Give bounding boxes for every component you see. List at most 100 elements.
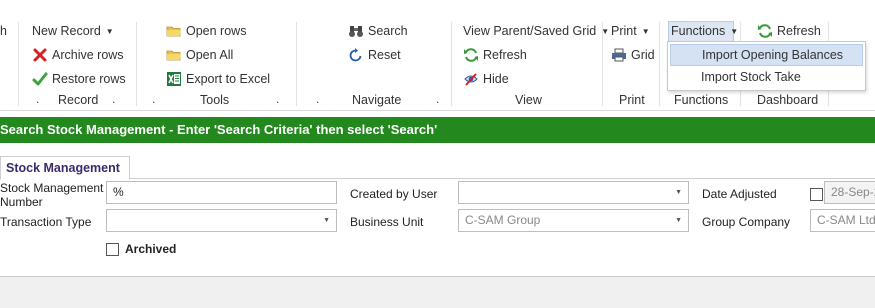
cut-off-ribbon-item[interactable]: h [0,21,7,41]
label-line-2: Number [0,195,43,209]
open-rows-label: Open rows [186,24,247,38]
select-value: C-SAM Ltd [817,213,875,227]
print-button[interactable]: Print ▼ [611,21,650,41]
open-all-button[interactable]: Open All [166,45,233,65]
open-rows-button[interactable]: Open rows [166,21,246,41]
date-adjusted-label: Date Adjusted [702,187,777,201]
navigate-group-label: Navigate [352,93,402,107]
tab-strip: Stock Management [0,156,875,180]
label-line-1: Stock Management [0,181,104,195]
print-grid-button[interactable]: Grid [611,45,655,65]
export-to-excel-button[interactable]: Export to Excel [166,69,270,89]
export-to-excel-label: Export to Excel [186,72,271,86]
banner-text: Search Stock Management - Enter 'Search … [0,122,438,137]
group-dot: . [316,92,320,106]
reset-label: Reset [368,48,401,62]
open-all-label: Open All [186,48,234,62]
print-label: Print [611,24,637,38]
footer-panel [0,277,875,308]
hide-button[interactable]: Hide [463,69,509,89]
select-value: C-SAM Group [465,213,541,227]
functions-label: Functions [671,24,726,38]
group-separator [602,22,603,106]
reset-arrow-icon [348,47,364,63]
transaction-type-select[interactable]: ▼ [106,209,337,232]
print-group-label: Print [619,93,645,107]
dashboard-refresh-button[interactable]: Refresh [757,21,821,41]
record-group-label: Record [58,93,99,107]
refresh-icon [757,23,773,39]
menu-item-label: Import Opening Balances [702,48,844,62]
business-unit-select[interactable]: C-SAM Group ▼ [458,209,689,232]
view-refresh-label: Refresh [483,48,527,62]
view-refresh-button[interactable]: Refresh [463,45,527,65]
created-by-user-select[interactable]: ▼ [458,181,689,204]
date-adjusted-checkbox[interactable] [810,188,823,201]
hide-icon [463,71,479,87]
group-separator [659,22,660,106]
menu-item-import-stock-take[interactable]: Import Stock Take [670,66,863,88]
functions-button[interactable]: Functions ▼ [671,21,738,41]
green-check-icon [32,71,48,87]
new-record-label: New Record [32,24,101,38]
search-instructions-banner: Search Stock Management - Enter 'Search … [0,117,875,143]
search-label: Search [368,24,408,38]
functions-dropdown-menu: Import Opening Balances Import Stock Tak… [667,41,866,91]
refresh-icon [463,47,479,63]
chevron-down-icon: ▼ [730,26,739,36]
new-record-button[interactable]: New Record ▼ [32,21,114,41]
menu-item-label: Import Stock Take [701,70,801,84]
tab-label: Stock Management [6,161,120,175]
stock-management-number-input[interactable]: % [106,181,337,204]
hide-label: Hide [483,72,509,86]
archive-rows-label: Archive rows [52,48,124,62]
archived-checkbox[interactable] [106,243,119,256]
group-separator [136,22,137,106]
group-company-select[interactable]: C-SAM Ltd [810,209,875,232]
archive-rows-button[interactable]: Archive rows [32,45,124,65]
group-dot: . [276,92,280,106]
chevron-down-icon: ▼ [641,26,650,36]
date-adjusted-input[interactable]: 28-Sep-2 [824,181,875,204]
folder-icon [166,23,182,39]
group-dot: . [152,92,156,106]
view-parent-saved-grid-button[interactable]: View Parent/Saved Grid ▼ [463,21,609,41]
cut-off-label: h [0,24,7,38]
group-separator [296,22,297,106]
print-grid-label: Grid [631,48,655,62]
dropdown-arrow-icon: ▼ [323,217,330,224]
group-dot: . [112,92,116,106]
dropdown-arrow-icon: ▼ [675,217,682,224]
printer-icon [611,47,627,63]
input-value: 28-Sep-2 [831,185,875,199]
created-by-user-label: Created by User [350,187,438,201]
tools-group-label: Tools [200,93,230,107]
archived-label: Archived [125,242,177,256]
group-separator [18,22,19,106]
restore-rows-label: Restore rows [52,72,126,86]
tab-stock-management[interactable]: Stock Management [0,156,130,180]
binoculars-icon [348,23,364,39]
chevron-down-icon: ▼ [105,26,114,36]
group-dot: . [36,92,40,106]
functions-group-label: Functions [674,93,729,107]
stock-management-number-label: Stock Management Number [0,181,103,209]
reset-button[interactable]: Reset [348,45,401,65]
input-value: % [113,185,124,199]
group-separator [451,22,452,106]
group-company-label: Group Company [702,215,791,229]
business-unit-label: Business Unit [350,215,424,229]
view-group-label: View [515,93,542,107]
menu-item-import-opening-balances[interactable]: Import Opening Balances [670,44,863,66]
restore-rows-button[interactable]: Restore rows [32,69,126,89]
folder-icon [166,47,182,63]
group-dot: . [436,92,440,106]
dashboard-refresh-label: Refresh [777,24,821,38]
red-x-icon [32,47,48,63]
view-parent-label: View Parent/Saved Grid [463,24,597,38]
search-button[interactable]: Search [348,21,408,41]
dashboard-group-label: Dashboard [757,93,819,107]
transaction-type-label: Transaction Type [0,215,92,229]
excel-icon [166,71,182,87]
dropdown-arrow-icon: ▼ [675,189,682,196]
